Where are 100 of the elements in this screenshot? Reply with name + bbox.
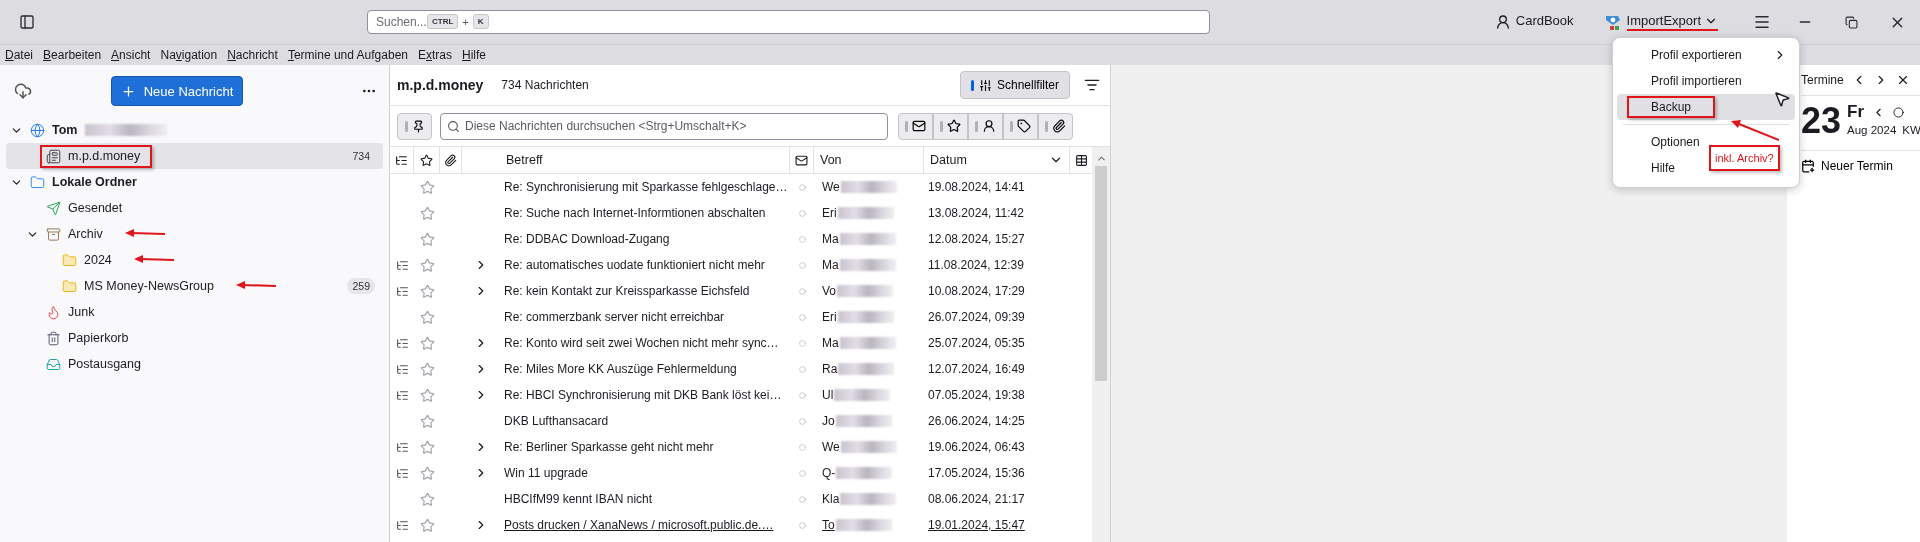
date-cell-text: 26.07.2024, 09:39 xyxy=(927,310,1026,324)
folder-item[interactable]: Postausgang xyxy=(6,351,383,377)
list-options-icon[interactable] xyxy=(1084,77,1100,93)
subject-cell-text: Win 11 upgrade xyxy=(503,466,589,480)
addon-button[interactable]: ImportExport xyxy=(1597,8,1724,36)
menu-item[interactable]: Nachricht xyxy=(222,48,283,62)
menu-item[interactable]: Backup xyxy=(1617,94,1795,120)
folder-item[interactable]: m.p.d.money 734 xyxy=(6,143,383,169)
column-picker-icon[interactable] xyxy=(1074,153,1088,167)
folder-icon xyxy=(30,174,45,190)
read-status-icon[interactable] xyxy=(795,153,808,167)
mouse-cursor-icon xyxy=(1773,90,1791,108)
star-icon[interactable] xyxy=(419,283,435,299)
column-header[interactable]: Datum xyxy=(930,153,967,167)
indicator-bar xyxy=(1010,120,1013,132)
globe-icon xyxy=(30,122,45,138)
folder-item[interactable]: Papierkorb xyxy=(6,325,383,351)
date-cell-text: 08.06.2024, 21:17 xyxy=(927,492,1026,506)
new-message-button[interactable]: Neue Nachricht xyxy=(111,76,243,106)
star-icon[interactable] xyxy=(419,335,435,351)
sender-name: Eri xyxy=(821,206,837,220)
archive-icon xyxy=(46,226,61,242)
paperclip-icon[interactable] xyxy=(444,153,457,167)
folder-item[interactable]: 2024 xyxy=(6,247,383,273)
folder-item[interactable]: Archiv xyxy=(6,221,383,247)
filter-toggle[interactable] xyxy=(1038,112,1073,140)
search-icon xyxy=(447,119,460,133)
date-cell-text: 10.08.2024, 17:29 xyxy=(927,284,1026,298)
indicator-bar xyxy=(975,120,978,132)
subject-cell-text: Re: Konto wird seit zwei Wochen nicht mehr sync… xyxy=(503,336,780,350)
sliders-icon xyxy=(979,78,992,92)
folder-label: Lokale Ordner xyxy=(52,175,137,189)
today-icon[interactable] xyxy=(1893,106,1905,118)
sender-name: Kla xyxy=(821,492,840,506)
date-cell-text: 07.05.2024, 19:38 xyxy=(927,388,1026,402)
thread-icon[interactable] xyxy=(395,153,408,167)
star-icon[interactable] xyxy=(419,179,435,195)
menu-item[interactable]: Hilfe xyxy=(457,48,492,62)
cloud-download-icon[interactable] xyxy=(14,82,32,100)
folder-item[interactable]: Tom xyxy=(6,117,383,143)
menu-item[interactable]: Bearbeiten xyxy=(38,48,107,62)
subject-cell-text: Re: DDBAC Download-Zugang xyxy=(503,232,671,246)
folder-label: Gesendet xyxy=(68,201,123,215)
menu-item[interactable]: Ansicht xyxy=(106,48,156,62)
star-icon[interactable] xyxy=(419,257,435,273)
shortcut-plus: + xyxy=(462,15,469,28)
star-icon[interactable] xyxy=(419,231,435,247)
folder-item[interactable]: Junk xyxy=(6,299,383,325)
mail-icon xyxy=(912,119,926,133)
date-cell-text: 12.08.2024, 15:27 xyxy=(927,232,1026,246)
column-header[interactable]: Betreff xyxy=(506,153,543,167)
folder-item[interactable]: MS Money-NewsGroup 259 xyxy=(6,273,383,299)
column-header[interactable]: Von xyxy=(820,153,842,167)
folder-label: 2024 xyxy=(84,253,112,267)
star-icon[interactable] xyxy=(419,387,435,403)
menu-item[interactable]: Profil exportieren xyxy=(1617,42,1795,68)
subject-cell-text: Re: Berliner Sparkasse geht nicht mehr xyxy=(503,440,715,454)
folder-label: Junk xyxy=(68,305,95,319)
star-icon[interactable] xyxy=(419,413,435,429)
star-icon[interactable] xyxy=(419,309,435,325)
star-icon[interactable] xyxy=(420,153,433,167)
menu-item[interactable]: Datei xyxy=(0,48,39,62)
paperclip-icon xyxy=(1052,119,1066,133)
annotation-arrow xyxy=(1731,120,1779,142)
outbox-icon xyxy=(46,356,61,372)
menu-item[interactable]: Optionen xyxy=(1617,129,1708,155)
new-event-button[interactable]: Neuer Termin xyxy=(1801,150,1920,181)
sender-name: Ma xyxy=(821,258,839,272)
subject-cell-text: Posts drucken / XanaNews / microsoft.public.de.… xyxy=(503,518,775,532)
star-icon[interactable] xyxy=(419,465,435,481)
pin-toggle[interactable] xyxy=(397,112,432,140)
folder-label: Tom xyxy=(52,123,78,137)
date-cell-text: 13.08.2024, 11:42 xyxy=(927,206,1025,220)
star-icon[interactable] xyxy=(419,439,435,455)
shortcut-key: CTRL xyxy=(427,14,459,29)
filter-toggle[interactable] xyxy=(968,112,1003,140)
star-icon[interactable] xyxy=(419,491,435,507)
weekday: Fr xyxy=(1847,102,1865,122)
menu-item[interactable]: Hilfe xyxy=(1617,155,1683,181)
filter-toggle[interactable] xyxy=(933,112,968,140)
menu-item[interactable]: Navigation xyxy=(155,48,223,62)
menu-item[interactable]: Termine und Aufgaben xyxy=(282,48,413,62)
filter-toggle[interactable] xyxy=(1003,112,1038,140)
scrollbar-thumb[interactable] xyxy=(1095,166,1107,381)
menu-item[interactable]: Profil importieren xyxy=(1617,68,1750,94)
menu-item[interactable]: Extras xyxy=(413,48,457,62)
star-icon[interactable] xyxy=(419,361,435,377)
sender-name: Ra xyxy=(821,362,838,376)
sender-name: Ma xyxy=(821,336,839,350)
filter-search-field[interactable]: Diese Nachrichten durchsuchen <Strg+Umschalt+K> xyxy=(440,112,888,140)
subject-cell-text: Re: HBCI Synchronisierung mit DKB Bank löst kei… xyxy=(503,388,783,402)
folder-item[interactable]: Gesendet xyxy=(6,195,383,221)
folder-item[interactable]: Lokale Ordner xyxy=(6,169,383,195)
addon-button[interactable]: CardBook xyxy=(1488,8,1580,36)
star-icon[interactable] xyxy=(419,517,435,533)
subject-cell-text: HBCIfM99 kennt IBAN nicht xyxy=(503,492,654,506)
filter-toggle[interactable] xyxy=(898,112,933,140)
quick-filter-button[interactable]: Schnellfilter xyxy=(960,71,1070,99)
star-icon[interactable] xyxy=(419,205,435,221)
folder-icon xyxy=(62,252,77,268)
